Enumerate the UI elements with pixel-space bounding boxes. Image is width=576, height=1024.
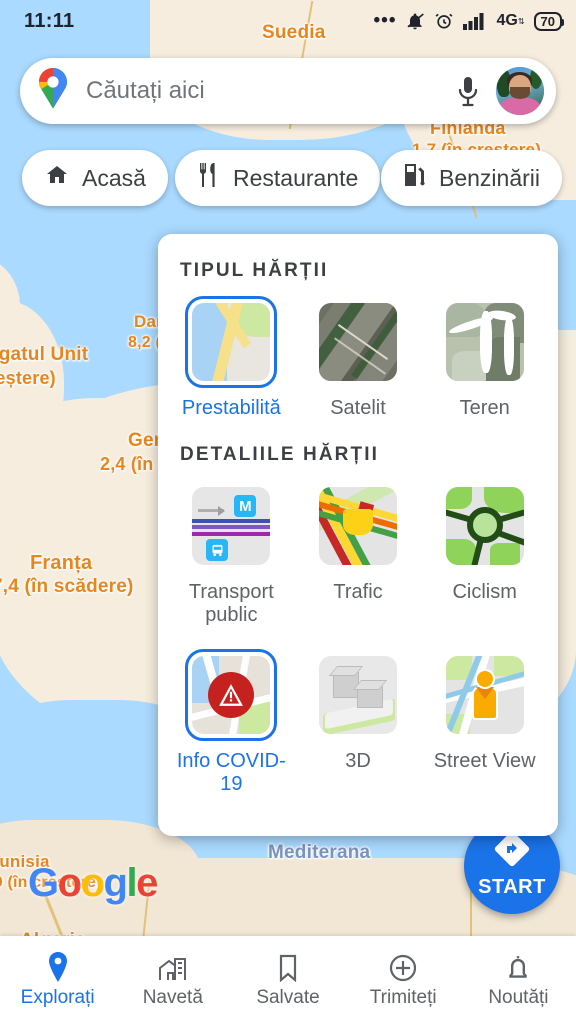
map-type-grid: Prestabilită Satelit Teren bbox=[158, 296, 558, 420]
plus-circle-icon bbox=[389, 952, 417, 982]
search-bar[interactable] bbox=[20, 58, 556, 124]
nav-item-updates[interactable]: Noutăți bbox=[461, 952, 576, 1009]
nav-item-saved-label: Salvate bbox=[256, 986, 320, 1008]
cycling-thumbnail bbox=[439, 480, 531, 572]
navigation-arrow-icon bbox=[492, 831, 532, 874]
bell-icon bbox=[505, 952, 531, 982]
layer-option-transit-label: Transport public bbox=[188, 581, 274, 626]
layer-option-default[interactable]: Prestabilită bbox=[168, 296, 295, 420]
commute-building-icon bbox=[158, 952, 188, 982]
map-satellite-thumbnail bbox=[312, 296, 404, 388]
battery-indicator: 70 bbox=[533, 11, 565, 31]
chip-home-label: Acasă bbox=[82, 164, 146, 191]
layer-option-satellite-label: Satelit bbox=[330, 397, 386, 419]
layer-option-street-view-label: Street View bbox=[433, 750, 536, 772]
nav-item-explore[interactable]: Explorați bbox=[0, 951, 115, 1009]
layer-option-cycling[interactable]: Ciclism bbox=[421, 480, 548, 627]
nav-item-contribute[interactable]: Trimiteți bbox=[346, 952, 461, 1009]
section-title-map-type: TIPUL HĂRȚII bbox=[180, 260, 329, 281]
signal-bars-icon bbox=[463, 12, 487, 30]
restaurant-fork-knife-icon bbox=[197, 162, 221, 194]
nav-item-saved[interactable]: Salvate bbox=[230, 952, 345, 1009]
google-maps-screen: Suedia Finlanda 1,7 (în creștere) Danema… bbox=[0, 0, 576, 1024]
transit-thumbnail: M bbox=[185, 480, 277, 572]
map-layers-panel: TIPUL HĂRȚII Prestabilită Satelit Teren … bbox=[158, 234, 558, 836]
layer-option-3d-label: 3D bbox=[345, 750, 371, 772]
bookmark-icon bbox=[276, 952, 300, 982]
chip-gas-stations[interactable]: Benzinării bbox=[381, 150, 562, 206]
map-details-grid-row1: M Transport public Trafic Ciclism bbox=[158, 480, 558, 627]
layer-option-street-view[interactable]: Street View bbox=[421, 649, 548, 796]
layer-option-transit[interactable]: M Transport public bbox=[168, 480, 295, 627]
microphone-icon[interactable] bbox=[446, 69, 490, 113]
bell-muted-icon bbox=[405, 11, 425, 31]
layer-option-covid[interactable]: Info COVID-19 bbox=[168, 649, 295, 796]
nav-item-commute-label: Navetă bbox=[142, 986, 203, 1008]
layer-option-terrain-label: Teren bbox=[459, 397, 510, 419]
street-view-thumbnail bbox=[439, 649, 531, 741]
traffic-thumbnail bbox=[312, 480, 404, 572]
map-label-mediterana: Mediterana bbox=[268, 842, 371, 863]
map-label-franta: Franța bbox=[30, 552, 93, 574]
layer-option-traffic-label: Trafic bbox=[333, 581, 383, 603]
search-input[interactable] bbox=[86, 77, 446, 105]
chip-restaurants[interactable]: Restaurante bbox=[175, 150, 381, 206]
status-bar: 11:11 ••• 4G ⇅ 70 bbox=[0, 0, 576, 42]
quick-action-chips: Acasă Restaurante Benzinării bbox=[0, 150, 576, 206]
status-time: 11:11 bbox=[24, 9, 75, 32]
nav-item-updates-label: Noutăți bbox=[488, 986, 549, 1008]
map-label-regatul-unit: Regatul Unit bbox=[0, 344, 89, 365]
chip-restaurants-label: Restaurante bbox=[233, 164, 359, 191]
start-button-label: START bbox=[478, 876, 546, 898]
google-maps-pin-icon bbox=[36, 67, 70, 115]
chip-home[interactable]: Acasă bbox=[22, 150, 168, 206]
map-label-franta-value: 7,4 (în scădere) bbox=[0, 576, 134, 597]
more-dots-icon: ••• bbox=[373, 10, 397, 32]
layer-option-3d[interactable]: 3D bbox=[295, 649, 422, 796]
location-pin-icon bbox=[45, 951, 71, 982]
nav-item-commute[interactable]: Navetă bbox=[115, 952, 230, 1009]
nav-item-contribute-label: Trimiteți bbox=[369, 986, 437, 1008]
layer-option-cycling-label: Ciclism bbox=[452, 581, 517, 603]
alarm-clock-icon bbox=[434, 11, 454, 31]
bottom-navigation: Explorați Navetă Salvate Trimiteți Noută… bbox=[0, 936, 576, 1024]
layer-option-traffic[interactable]: Trafic bbox=[295, 480, 422, 627]
avatar[interactable] bbox=[496, 67, 544, 115]
network-type-label: 4G ⇅ bbox=[496, 12, 525, 29]
map-details-grid-row2: Info COVID-19 3D Street View bbox=[158, 649, 558, 796]
layer-option-covid-label: Info COVID-19 bbox=[176, 750, 286, 795]
map-label-regatul-unit-value: creștere) bbox=[0, 368, 56, 388]
google-logo: Google bbox=[28, 861, 158, 905]
nav-item-explore-label: Explorați bbox=[20, 986, 95, 1008]
3d-buildings-thumbnail bbox=[312, 649, 404, 741]
layer-option-terrain[interactable]: Teren bbox=[421, 296, 548, 420]
layer-option-default-label: Prestabilită bbox=[181, 397, 281, 419]
gas-pump-icon bbox=[403, 162, 427, 194]
chip-gas-stations-label: Benzinării bbox=[439, 164, 540, 191]
status-icons: ••• 4G ⇅ 70 bbox=[373, 10, 565, 32]
home-icon bbox=[44, 163, 70, 193]
layer-option-satellite[interactable]: Satelit bbox=[295, 296, 422, 420]
map-default-thumbnail bbox=[185, 296, 278, 388]
covid-info-thumbnail bbox=[185, 649, 278, 741]
section-title-map-details: DETALIILE HĂRȚII bbox=[180, 444, 379, 465]
map-terrain-thumbnail bbox=[439, 296, 531, 388]
